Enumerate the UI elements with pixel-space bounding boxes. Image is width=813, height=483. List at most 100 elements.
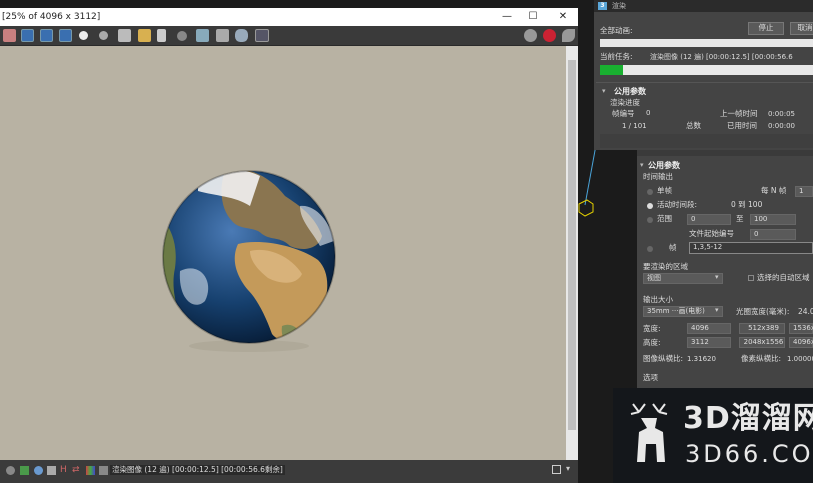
height-field[interactable]: 3112 bbox=[687, 337, 731, 348]
viewport-gizmo bbox=[578, 144, 597, 217]
pixel-aspect-label: 像素纵横比: bbox=[741, 354, 782, 363]
all-anim-label: 全部动画: bbox=[600, 26, 633, 35]
render-setup-panel: ▾ 公用参数 时间输出 单帧 每 N 帧 1 活动时间段: 0 到 100 范围… bbox=[637, 150, 813, 388]
layers-icon[interactable] bbox=[99, 466, 108, 475]
output-size-label: 输出大小 bbox=[643, 295, 673, 304]
frame-buffer-toolbar bbox=[0, 26, 578, 46]
red-channel-icon[interactable] bbox=[21, 29, 34, 42]
clone-icon[interactable] bbox=[196, 29, 209, 42]
common-params-title: 公用参数 bbox=[648, 161, 680, 170]
range-from-field[interactable]: 0 bbox=[687, 214, 731, 225]
frame-buffer-statusbar: H ⇄ 渲染图像 (12 遍) [00:00:12.5] [00:00:56.6… bbox=[0, 460, 578, 483]
preset-button-4[interactable]: 4096x bbox=[789, 337, 813, 348]
chevron-down-icon[interactable]: ▾ bbox=[602, 87, 606, 95]
blue-channel-icon[interactable] bbox=[59, 29, 72, 42]
frame-no-value: 0 bbox=[646, 109, 651, 117]
area-dropdown[interactable]: 视图 bbox=[643, 273, 723, 284]
monitor-icon[interactable] bbox=[255, 29, 269, 42]
aspect-label: 图像纵横比: bbox=[643, 354, 684, 363]
output-size-dropdown[interactable]: 35mm ···画(电影) bbox=[643, 306, 723, 317]
copy-icon[interactable] bbox=[157, 29, 166, 42]
progress-fill bbox=[600, 65, 624, 75]
max-logo-icon: 3 bbox=[598, 2, 607, 10]
every-n-field[interactable]: 1 bbox=[795, 186, 813, 197]
alpha-channel-icon[interactable] bbox=[79, 31, 88, 40]
vertical-scrollbar[interactable] bbox=[566, 46, 578, 460]
aspect-value: 1.31620 bbox=[687, 355, 716, 363]
stop-button[interactable]: 停止 bbox=[748, 22, 784, 35]
active-segment-label: 活动时间段: bbox=[657, 200, 698, 209]
last-frame-time-value: 0:00:05 bbox=[768, 110, 795, 118]
chevron-down-icon[interactable]: ▾ bbox=[640, 161, 644, 169]
auto-region-label: 选择的自动区域 bbox=[757, 273, 810, 282]
options-label: 选项 bbox=[643, 373, 658, 382]
elapsed-value: 0:00:00 bbox=[768, 122, 795, 130]
chevron-down-icon[interactable]: ▾ bbox=[566, 464, 570, 473]
earth-render-image bbox=[162, 170, 336, 352]
cancel-button[interactable]: 取消 bbox=[790, 22, 813, 35]
all-anim-progress-bar bbox=[600, 39, 813, 47]
active-segment-value: 0 到 100 bbox=[731, 200, 763, 209]
teapot-icon[interactable] bbox=[3, 29, 16, 42]
settings-icon[interactable] bbox=[524, 29, 537, 42]
print-icon[interactable] bbox=[235, 29, 248, 42]
auto-region-checkbox[interactable] bbox=[748, 275, 754, 281]
aperture-value: 24.0 bbox=[798, 307, 813, 316]
panel-edge bbox=[637, 150, 813, 156]
height-label: 高度: bbox=[643, 338, 661, 347]
aperture-label: 光圈宽度(毫米): bbox=[736, 307, 790, 316]
display-icon[interactable] bbox=[47, 466, 56, 475]
preset-button-1[interactable]: 512x389 bbox=[739, 323, 785, 334]
watermark: 3D溜溜网 3D66.COM bbox=[613, 388, 813, 483]
gear-icon[interactable] bbox=[6, 466, 15, 475]
render-progress-label: 渲染进度 bbox=[610, 98, 640, 107]
window-icon[interactable] bbox=[552, 465, 561, 474]
range-radio[interactable] bbox=[647, 217, 653, 223]
single-radio[interactable] bbox=[647, 189, 653, 195]
watermark-brand: 3D溜溜网 bbox=[683, 401, 813, 436]
h-icon[interactable]: H bbox=[60, 465, 67, 475]
range-to-label: 至 bbox=[736, 214, 744, 223]
save-icon[interactable] bbox=[118, 29, 131, 42]
scrollbar-thumb[interactable] bbox=[568, 60, 576, 430]
rgb-icon[interactable] bbox=[86, 466, 95, 475]
globe-icon[interactable] bbox=[34, 466, 43, 475]
pixel-aspect-value: 1.00000 bbox=[787, 355, 813, 363]
last-frame-time-label: 上一帧时间 bbox=[720, 109, 758, 118]
chevron-down-icon[interactable]: ▾ bbox=[715, 306, 719, 314]
active-segment-radio[interactable] bbox=[647, 203, 653, 209]
frame-count: 1 / 101 bbox=[622, 122, 647, 130]
deer-logo-icon bbox=[630, 403, 668, 462]
area-label: 要渲染的区域 bbox=[643, 262, 688, 271]
time-output-label: 时间输出 bbox=[643, 172, 673, 181]
sphere-icon[interactable] bbox=[177, 31, 187, 41]
transform-icon[interactable]: ⇄ bbox=[72, 465, 80, 475]
file-start-field[interactable]: 0 bbox=[750, 229, 796, 240]
minimize-button[interactable]: — bbox=[494, 8, 520, 26]
preset-button-2[interactable]: 1536x bbox=[789, 323, 813, 334]
frame-no-label: 帧编号 bbox=[612, 109, 635, 118]
range-to-field[interactable]: 100 bbox=[750, 214, 796, 225]
folder-icon[interactable] bbox=[138, 29, 151, 42]
stop-render-icon[interactable] bbox=[543, 29, 556, 42]
frames-label: 帧 bbox=[669, 243, 677, 252]
frame-buffer-window: [25% of 4096 x 3112] — ☐ ✕ H ⇄ 渲染图像 (12 … bbox=[0, 8, 578, 483]
width-field[interactable]: 4096 bbox=[687, 323, 731, 334]
green-channel-icon[interactable] bbox=[40, 29, 53, 42]
current-task-value: 渲染图像 (12 遍) [00:00:12.5] [00:00:56.6 bbox=[650, 53, 793, 61]
mono-icon[interactable] bbox=[99, 31, 108, 40]
frames-radio[interactable] bbox=[647, 246, 653, 252]
frames-input[interactable]: 1,3,5-12 bbox=[689, 242, 813, 254]
render-dialog-title: 渲染 bbox=[594, 0, 813, 12]
display-icon[interactable] bbox=[216, 29, 229, 42]
preset-button-3[interactable]: 2048x1556 bbox=[739, 337, 785, 348]
maximize-button[interactable]: ☐ bbox=[520, 8, 546, 26]
progress-details-scroll[interactable] bbox=[600, 134, 813, 148]
chart-icon[interactable] bbox=[20, 466, 29, 475]
divider bbox=[596, 82, 813, 83]
width-label: 宽度: bbox=[643, 324, 661, 333]
chevron-down-icon[interactable]: ▾ bbox=[715, 273, 719, 281]
render-status-text: 渲染图像 (12 遍) [00:00:12.5] [00:00:56.6剩余] bbox=[110, 465, 285, 475]
close-button[interactable]: ✕ bbox=[550, 8, 576, 26]
render-icon[interactable] bbox=[562, 29, 575, 42]
